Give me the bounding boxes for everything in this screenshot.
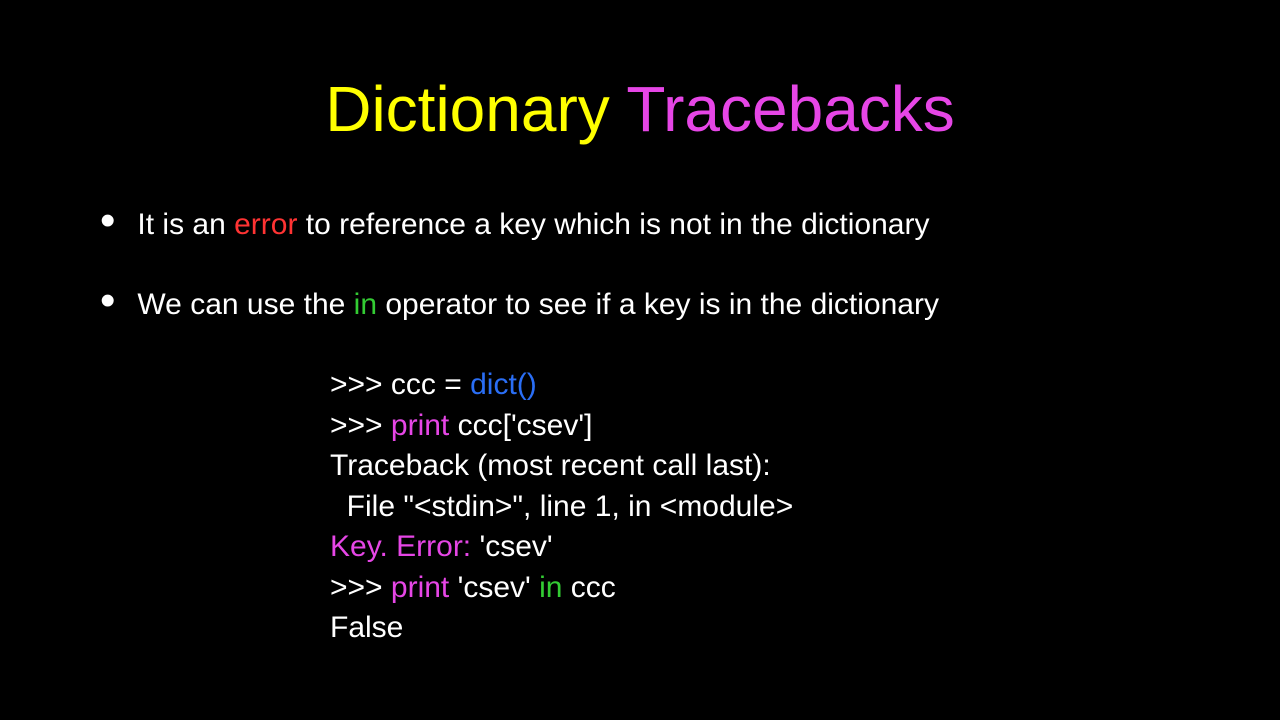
code-line: File "<stdin>", line 1, in <module> <box>330 487 1280 528</box>
bullet-pre: It is an <box>137 208 234 241</box>
code-keyword: print <box>391 409 458 442</box>
keyword-error: error <box>234 208 297 241</box>
code-line: Key. Error: 'csev' <box>330 527 1280 568</box>
code-text: ccc['csev'] <box>458 409 593 442</box>
code-text: 'csev' <box>479 530 552 563</box>
code-text: >>> <box>330 571 391 604</box>
code-keyword: print <box>391 571 458 604</box>
bullet-icon: • <box>100 210 115 232</box>
bullet-item: • We can use the in operator to see if a… <box>100 286 1200 324</box>
bullet-pre: We can use the <box>137 288 353 321</box>
code-text: 'csev' <box>458 571 539 604</box>
bullet-post: operator to see if a key is in the dicti… <box>377 288 939 321</box>
bullet-text: It is an error to reference a key which … <box>137 206 929 244</box>
code-keyword: dict() <box>470 368 537 401</box>
bullet-item: • It is an error to reference a key whic… <box>100 206 1200 244</box>
code-line: >>> print 'csev' in ccc <box>330 568 1280 609</box>
bullet-list: • It is an error to reference a key whic… <box>0 206 1280 323</box>
title-word-1: Dictionary <box>325 73 610 145</box>
bullet-post: to reference a key which is not in the d… <box>297 208 929 241</box>
code-keyword: Key. Error: <box>330 530 479 563</box>
bullet-text: We can use the in operator to see if a k… <box>137 286 939 324</box>
title-word-2: Tracebacks <box>626 73 954 145</box>
code-keyword: in <box>539 571 571 604</box>
code-text: >>> ccc = <box>330 368 470 401</box>
slide: Dictionary Tracebacks • It is an error t… <box>0 0 1280 720</box>
keyword-in: in <box>354 288 377 321</box>
code-line: False <box>330 608 1280 649</box>
code-line: >>> ccc = dict() <box>330 365 1280 406</box>
slide-title: Dictionary Tracebacks <box>0 0 1280 146</box>
code-line: >>> print ccc['csev'] <box>330 406 1280 447</box>
code-text: >>> <box>330 409 391 442</box>
bullet-icon: • <box>100 290 115 312</box>
code-block: >>> ccc = dict() >>> print ccc['csev'] T… <box>330 365 1280 649</box>
code-line: Traceback (most recent call last): <box>330 446 1280 487</box>
code-text: ccc <box>571 571 616 604</box>
